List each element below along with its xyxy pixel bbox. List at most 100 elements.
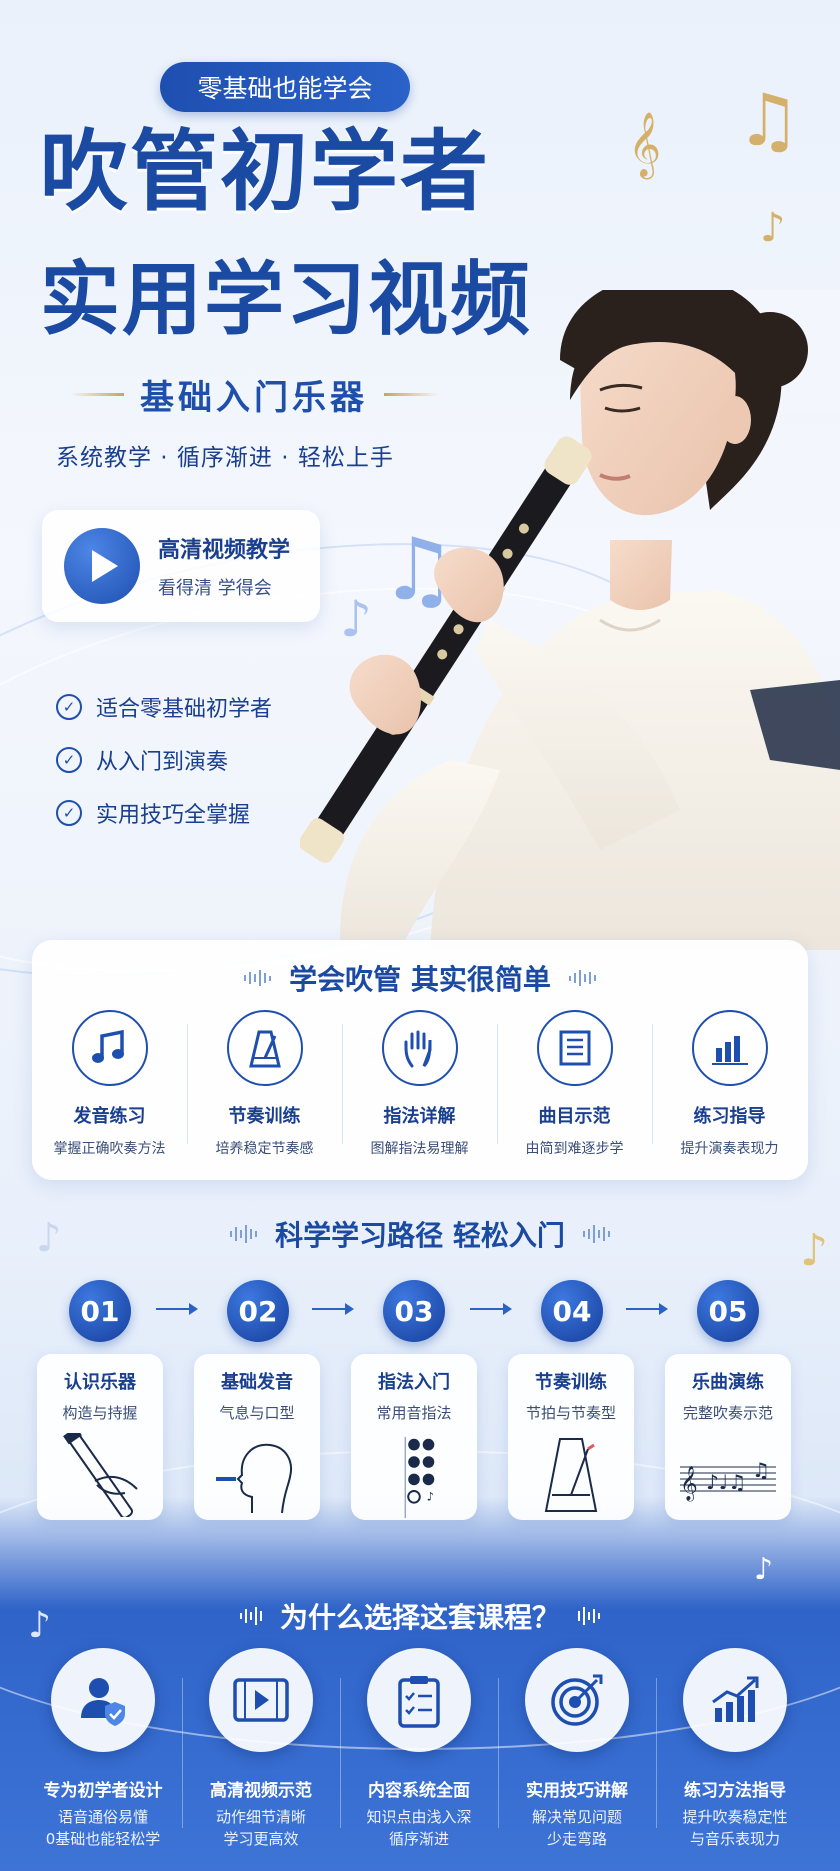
step-number: 02 xyxy=(227,1280,289,1342)
sound-wave-icon xyxy=(244,970,272,986)
sound-wave-icon xyxy=(582,1225,610,1243)
bar-chart-icon xyxy=(691,1010,768,1086)
step-subtitle: 节拍与节奏型 xyxy=(525,1404,616,1422)
step-title: 节奏训练 xyxy=(535,1372,607,1393)
feature-title: 节奏训练 xyxy=(228,1106,301,1127)
why-desc: 动作细节清晰 学习更高效 xyxy=(216,1807,306,1851)
sound-wave-icon xyxy=(568,970,596,986)
metronome-icon xyxy=(544,1438,598,1512)
check-circle-icon: ✓ xyxy=(56,693,82,720)
feature-desc: 掌握正确吹奏方法 xyxy=(53,1141,166,1157)
why-desc-line: 提升吹奏稳定性 xyxy=(682,1808,788,1826)
why-desc: 语音通俗易懂 0基础也能轻松学 xyxy=(46,1807,161,1851)
why-desc-line: 解决常见问题 xyxy=(531,1808,622,1826)
music-note-icon: ♫ xyxy=(736,78,801,162)
step-title: 认识乐器 xyxy=(64,1372,136,1393)
why-desc: 知识点由浅入深 循序渐进 xyxy=(366,1807,471,1851)
why-list: 专为初学者设计 语音通俗易懂 0基础也能轻松学 高清视频示范 动作细节清晰 学习更高… xyxy=(24,1648,816,1851)
video-card-title: 高清视频教学 xyxy=(158,538,291,563)
why-heading-text: 为什么选择这套课程？ xyxy=(279,1601,560,1634)
arrow-right-icon xyxy=(470,1303,512,1315)
music-note-icon: ♪ xyxy=(760,205,786,251)
checklist-item: ✓ 从入门到演奏 xyxy=(56,733,272,786)
feature-list: 发音练习 掌握正确吹奏方法 节奏训练 培养稳定节奏感 指法详解 图解指法易理解 xyxy=(32,1010,808,1158)
step-subtitle: 完整吹奏示范 xyxy=(682,1404,773,1422)
feature-item: 练习指导 提升演奏表现力 xyxy=(652,1010,807,1158)
why-title: 内容系统全面 xyxy=(368,1781,470,1801)
why-title: 练习方法指导 xyxy=(684,1781,786,1801)
why-item: 内容系统全面 知识点由浅入深 循序渐进 xyxy=(340,1648,498,1851)
fingering-chart-icon: ♪ xyxy=(404,1436,435,1519)
play-icon[interactable] xyxy=(64,528,140,604)
metronome-icon xyxy=(226,1010,303,1086)
step-subtitle: 常用音指法 xyxy=(376,1404,452,1422)
feature-desc: 培养稳定节奏感 xyxy=(215,1141,314,1157)
feature-desc: 由简到难逐步学 xyxy=(525,1141,624,1157)
clipboard-checklist-icon xyxy=(367,1648,471,1752)
checklist-label: 从入门到演奏 xyxy=(96,749,229,775)
sound-wave-icon xyxy=(239,1607,262,1625)
arrow-right-icon xyxy=(626,1303,668,1315)
why-desc: 提升吹奏稳定性 与音乐表现力 xyxy=(682,1807,787,1851)
why-desc-line: 循序渐进 xyxy=(388,1829,449,1848)
svg-text:𝄞: 𝄞 xyxy=(680,1466,698,1502)
step-card: 认识乐器 构造与持握 xyxy=(37,1354,163,1520)
step-title: 基础发音 xyxy=(221,1372,293,1393)
step-card: 基础发音 气息与口型 xyxy=(194,1354,320,1520)
checklist: ✓ 适合零基础初学者 ✓ 从入门到演奏 ✓ 实用技巧全掌握 xyxy=(56,680,272,839)
sound-wave-icon xyxy=(230,1225,258,1243)
feature-card: 学会吹管 其实很简单 发音练习 掌握正确吹奏方法 节奏训练 培养稳定节奏感 指法… xyxy=(32,940,808,1180)
step-title: 指法入门 xyxy=(378,1372,450,1393)
target-icon xyxy=(525,1648,629,1752)
treble-clef-icon: 𝄞 xyxy=(628,112,662,177)
why-title: 专为初学者设计 xyxy=(43,1781,163,1801)
checklist-label: 适合零基础初学者 xyxy=(96,696,273,722)
feature-item: 曲目示范 由简到难逐步学 xyxy=(497,1010,652,1158)
step-number: 05 xyxy=(697,1280,759,1342)
why-desc-line: 少走弯路 xyxy=(546,1829,607,1848)
why-item: 实用技巧讲解 解决常见问题 少走弯路 xyxy=(498,1648,656,1851)
step-number: 04 xyxy=(541,1280,603,1342)
head-profile-icon xyxy=(216,1443,292,1514)
user-shield-icon xyxy=(51,1648,155,1752)
feature-desc: 提升演奏表现力 xyxy=(680,1141,779,1157)
video-play-icon xyxy=(209,1648,313,1752)
step-number: 01 xyxy=(69,1280,131,1342)
path-heading-text: 科学学习路径 轻松入门 xyxy=(275,1219,565,1252)
why-desc-line: 动作细节清晰 xyxy=(215,1808,306,1826)
svg-text:♪♩♫: ♪♩♫ xyxy=(706,1470,746,1494)
why-desc-line: 与音乐表现力 xyxy=(689,1829,780,1848)
why-item: 练习方法指导 提升吹奏稳定性 与音乐表现力 xyxy=(656,1648,814,1851)
why-desc-line: 0基础也能轻松学 xyxy=(45,1829,161,1848)
feature-title: 曲目示范 xyxy=(538,1106,611,1127)
feature-item: 节奏训练 培养稳定节奏感 xyxy=(187,1010,342,1158)
step-card: 节奏训练 节拍与节奏型 xyxy=(508,1354,634,1520)
video-card-subtitle: 看得清 学得会 xyxy=(158,578,272,599)
music-staff-icon: 𝄞 ♪♩♫ ♫ xyxy=(680,1458,776,1502)
beginner-badge: 零基础也能学会 xyxy=(160,62,410,112)
check-circle-icon: ✓ xyxy=(56,746,82,773)
checklist-item: ✓ 适合零基础初学者 xyxy=(56,680,272,733)
step-title: 乐曲演练 xyxy=(692,1372,764,1393)
why-item: 专为初学者设计 语音通俗易懂 0基础也能轻松学 xyxy=(24,1648,182,1851)
arrow-right-icon xyxy=(156,1303,198,1315)
why-desc-line: 学习更高效 xyxy=(223,1829,299,1848)
svg-text:♪: ♪ xyxy=(427,1490,434,1504)
poster: 𝄞 ♫ ♪ ♫ ♪ ♪ ♪ ♪ ♪ 零基础也能学会 吹管初学者 实用学习视频 基… xyxy=(0,0,840,1871)
why-title: 实用技巧讲解 xyxy=(526,1781,628,1801)
page-title-line1: 吹管初学者 xyxy=(40,120,491,223)
sound-wave-icon xyxy=(578,1607,600,1625)
feature-title: 指法详解 xyxy=(383,1106,456,1127)
step-subtitle: 构造与持握 xyxy=(62,1404,138,1422)
why-desc: 解决常见问题 少走弯路 xyxy=(532,1807,622,1851)
feature-heading-text: 学会吹管 其实很简单 xyxy=(289,963,551,996)
feature-desc: 图解指法易理解 xyxy=(370,1141,469,1157)
hand-holding-pipe-icon xyxy=(63,1433,138,1517)
why-item: 高清视频示范 动作细节清晰 学习更高效 xyxy=(182,1648,340,1851)
feature-item: 发音练习 掌握正确吹奏方法 xyxy=(32,1010,187,1158)
growth-chart-icon xyxy=(683,1648,787,1752)
sheet-list-icon xyxy=(536,1010,613,1086)
step-number-row: 01 02 03 04 05 xyxy=(40,1280,800,1342)
video-card[interactable]: 高清视频教学 看得清 学得会 xyxy=(42,510,320,622)
musician-illustration xyxy=(300,290,840,950)
